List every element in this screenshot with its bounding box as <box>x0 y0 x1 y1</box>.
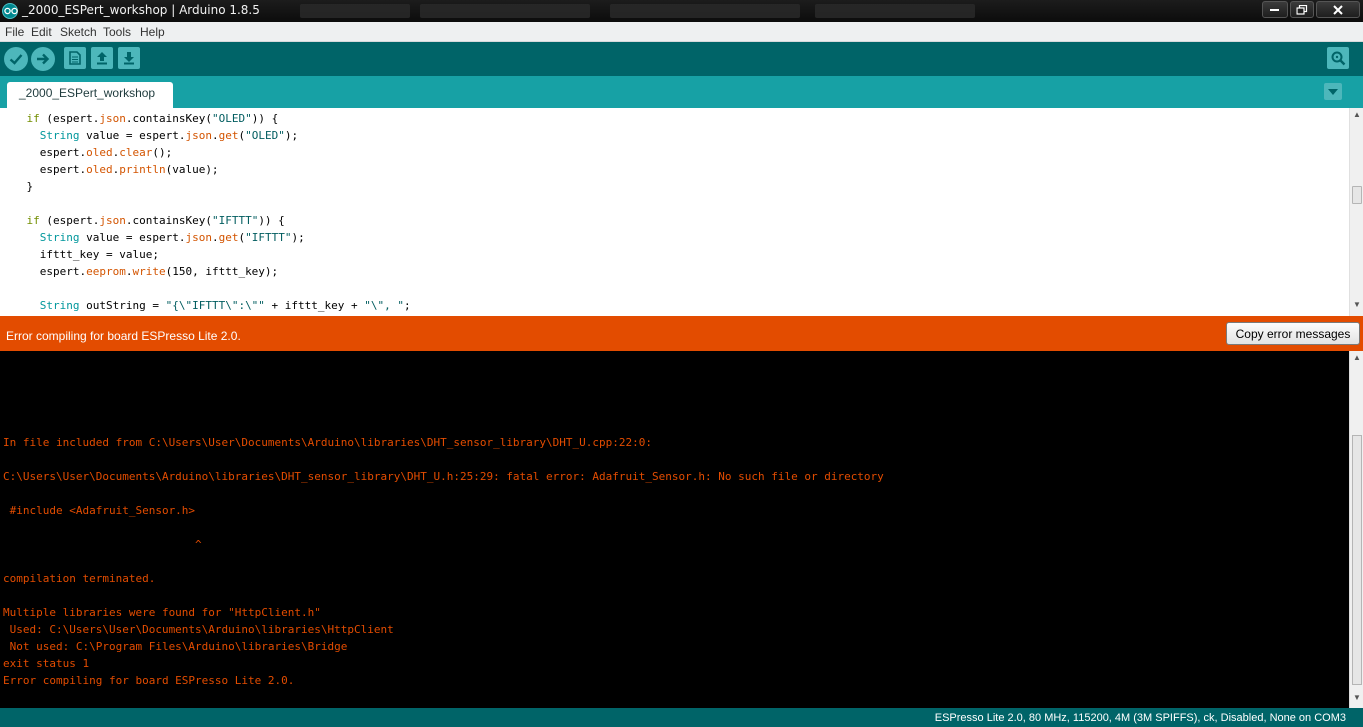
editor-scrollbar[interactable]: ▲ ▼ <box>1349 108 1363 316</box>
code-line: espert.oled.println(value); <box>0 163 219 176</box>
console-line: Not used: C:\Program Files\Arduino\libra… <box>3 640 348 653</box>
console-scroll-thumb[interactable] <box>1352 435 1362 685</box>
menu-bar: File Edit Sketch Tools Help <box>0 22 1363 42</box>
menu-edit[interactable]: Edit <box>31 25 52 39</box>
console-output[interactable]: In file included from C:\Users\User\Docu… <box>0 351 1363 708</box>
menu-tools[interactable]: Tools <box>103 25 131 39</box>
upload-icon <box>37 53 50 65</box>
upload-button[interactable] <box>31 47 55 71</box>
scroll-down-icon[interactable]: ▼ <box>1353 300 1361 309</box>
code-editor[interactable]: if (espert.json.containsKey("OLED")) { S… <box>0 108 1363 316</box>
serial-monitor-icon <box>1331 51 1346 66</box>
background-decoration <box>420 4 590 18</box>
code-line: String outString = "{\"IFTTT\":\"" + ift… <box>39 299 411 312</box>
board-info: ESPresso Lite 2.0, 80 MHz, 115200, 4M (3… <box>934 712 1346 724</box>
open-sketch-button[interactable] <box>91 47 113 69</box>
console-line: ^ <box>3 538 202 551</box>
close-button[interactable] <box>1316 1 1360 18</box>
window-title: _2000_ESPert_workshop | Arduino 1.8.5 <box>22 3 260 17</box>
window-titlebar: _2000_ESPert_workshop | Arduino 1.8.5 <box>0 0 1363 22</box>
scroll-up-icon[interactable]: ▲ <box>1353 110 1361 119</box>
menu-sketch[interactable]: Sketch <box>60 25 97 39</box>
tab-menu-button[interactable] <box>1324 83 1342 100</box>
verify-button[interactable] <box>4 47 28 71</box>
code-line: espert.eeprom.write(150, ifttt_key); <box>0 265 279 278</box>
restore-button[interactable] <box>1290 1 1314 18</box>
console-line: In file included from C:\Users\User\Docu… <box>3 436 653 449</box>
code-line: ifttt_key = value; <box>0 248 159 261</box>
open-icon <box>97 52 107 65</box>
console-line: compilation terminated. <box>3 572 156 585</box>
code-line: String value = espert.json.get("IFTTT"); <box>39 231 305 244</box>
scroll-down-icon[interactable]: ▼ <box>1353 693 1361 702</box>
verify-icon <box>9 54 23 65</box>
code-area[interactable]: if (espert.json.containsKey("OLED")) { S… <box>0 112 1348 316</box>
save-sketch-button[interactable] <box>118 47 140 69</box>
code-line: String value = espert.json.get("OLED"); <box>39 129 299 142</box>
copy-error-messages-button[interactable]: Copy error messages <box>1226 322 1360 345</box>
status-bar: ESPresso Lite 2.0, 80 MHz, 115200, 4M (3… <box>0 708 1363 727</box>
editor-scroll-thumb[interactable] <box>1352 186 1362 204</box>
toolbar <box>0 42 1363 76</box>
console-line: Error compiling for board ESPresso Lite … <box>3 674 295 687</box>
code-line: if (espert.json.containsKey("IFTTT")) { <box>26 214 285 227</box>
minimize-button[interactable] <box>1262 1 1288 18</box>
save-icon <box>124 52 134 65</box>
console-line: exit status 1 <box>3 657 90 670</box>
console-line: C:\Users\User\Documents\Arduino\librarie… <box>3 470 884 483</box>
new-sketch-button[interactable] <box>64 47 86 69</box>
scroll-up-icon[interactable]: ▲ <box>1353 353 1361 362</box>
console-line: Multiple libraries were found for "HttpC… <box>3 606 321 619</box>
tab-sketch[interactable]: _2000_ESPert_workshop <box>7 82 173 108</box>
error-message: Error compiling for board ESPresso Lite … <box>6 329 241 343</box>
arduino-logo-icon <box>2 3 18 19</box>
background-decoration <box>815 4 975 18</box>
new-icon <box>69 51 81 65</box>
console-line: #include <Adafruit_Sensor.h> <box>3 504 196 517</box>
code-line: if (espert.json.containsKey("OLED")) { <box>26 112 279 125</box>
error-banner: Error compiling for board ESPresso Lite … <box>0 316 1363 351</box>
menu-file[interactable]: File <box>5 25 24 39</box>
console-line: Used: C:\Users\User\Documents\Arduino\li… <box>3 623 394 636</box>
menu-help[interactable]: Help <box>140 25 165 39</box>
background-decoration <box>300 4 410 18</box>
console-scrollbar[interactable]: ▲ ▼ <box>1349 351 1363 708</box>
tab-strip: _2000_ESPert_workshop <box>0 76 1363 108</box>
background-decoration <box>610 4 800 18</box>
chevron-down-icon <box>1328 89 1338 95</box>
serial-monitor-button[interactable] <box>1327 47 1349 69</box>
code-line: espert.oled.clear(); <box>0 146 173 159</box>
code-line: } <box>0 180 34 193</box>
